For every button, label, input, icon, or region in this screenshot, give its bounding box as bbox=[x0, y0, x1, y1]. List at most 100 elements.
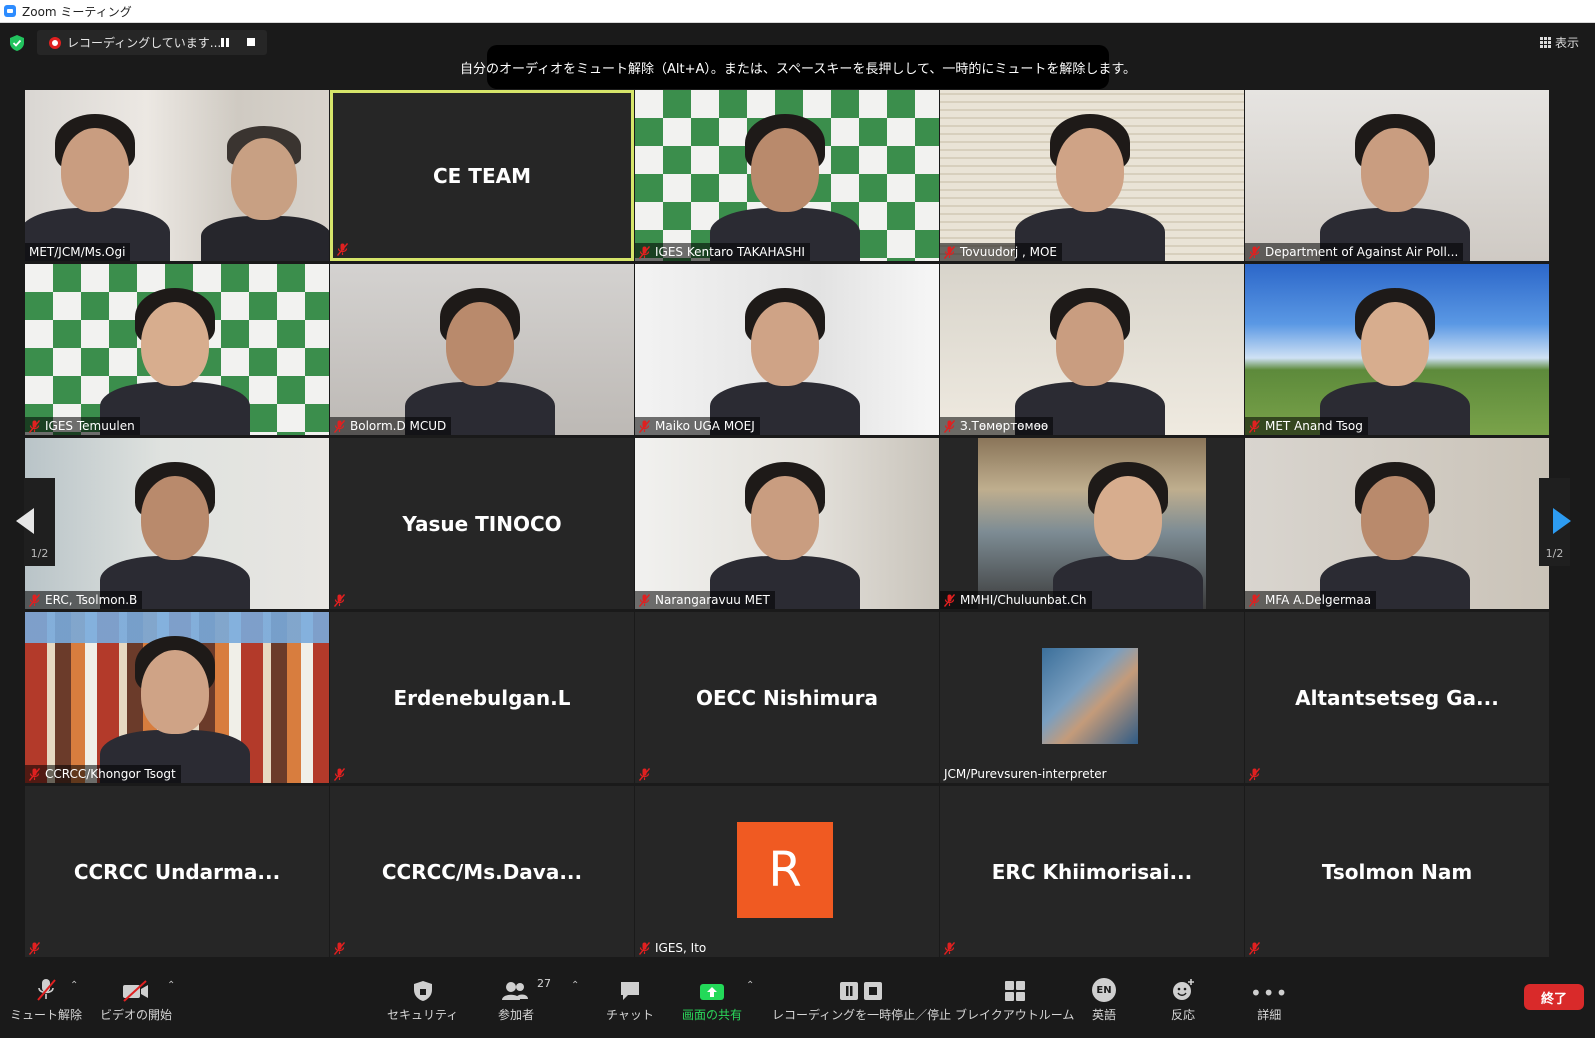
breakout-rooms-button[interactable]: ブレイクアウトルーム bbox=[955, 976, 1074, 1023]
participant-video bbox=[1245, 264, 1549, 435]
participant-tile[interactable]: MET/JCM/Ms.Ogi bbox=[25, 90, 329, 261]
pause-recording-icon[interactable] bbox=[220, 38, 230, 47]
participant-display-name: Erdenebulgan.L bbox=[393, 685, 571, 710]
breakout-rooms-label: ブレイクアウトルーム bbox=[955, 1008, 1075, 1022]
participant-name-tag bbox=[330, 591, 355, 609]
participant-name-label: MFA A.Delgermaa bbox=[1265, 593, 1372, 607]
participant-tile[interactable]: З.Төмөртөмөө bbox=[940, 264, 1244, 435]
participant-video bbox=[978, 438, 1206, 609]
muted-microphone-icon bbox=[1249, 419, 1260, 433]
participant-tile[interactable]: CCRCC/Ms.Dava... bbox=[330, 786, 634, 957]
stop-recording-icon[interactable] bbox=[247, 38, 255, 46]
participant-tile[interactable]: IGES Temuulen bbox=[25, 264, 329, 435]
recording-label: レコーディングしています... bbox=[67, 36, 222, 50]
start-video-button[interactable]: ビデオの開始 bbox=[100, 976, 172, 1023]
share-screen-button[interactable]: 画面の共有 bbox=[682, 976, 742, 1023]
security-button[interactable]: セキュリティ bbox=[387, 976, 458, 1023]
view-button[interactable]: 表示 bbox=[1540, 34, 1579, 51]
participant-tile[interactable]: ERC, Tsolmon.B bbox=[25, 438, 329, 609]
muted-microphone-icon bbox=[334, 419, 345, 433]
security-shield-icon[interactable] bbox=[10, 35, 24, 51]
participant-name-tag bbox=[1245, 765, 1270, 783]
video-options-chevron-icon[interactable]: ⌃ bbox=[167, 980, 175, 991]
participant-tile[interactable]: Tsolmon Nam bbox=[1245, 786, 1549, 957]
start-video-label: ビデオの開始 bbox=[100, 1008, 173, 1022]
participant-tile[interactable]: R IGES, Ito bbox=[635, 786, 939, 957]
language-interpretation-button[interactable]: EN 英語 bbox=[1092, 976, 1116, 1023]
participant-name-label: MET/JCM/Ms.Ogi bbox=[29, 245, 126, 259]
muted-microphone-icon bbox=[1249, 593, 1260, 607]
muted-microphone-icon bbox=[639, 767, 650, 781]
more-dots-icon: ••• bbox=[1250, 981, 1289, 1005]
participant-name-label: IGES, Ito bbox=[655, 941, 707, 955]
avatar: R bbox=[737, 822, 833, 918]
muted-microphone-icon bbox=[29, 941, 40, 955]
share-options-chevron-icon[interactable]: ⌃ bbox=[746, 980, 754, 991]
next-page-button[interactable]: 1/2 bbox=[1539, 478, 1571, 566]
participant-name-tag: З.Төмөртөмөө bbox=[940, 417, 1054, 435]
muted-microphone-icon bbox=[639, 419, 650, 433]
participant-video bbox=[1245, 90, 1549, 261]
muted-microphone-icon bbox=[1249, 245, 1260, 259]
participant-video bbox=[1245, 438, 1549, 609]
participant-tile[interactable]: Department of Against Air Poll... bbox=[1245, 90, 1549, 261]
participant-tile[interactable]: OECC Nishimura bbox=[635, 612, 939, 783]
participant-tile[interactable]: IGES Kentaro TAKAHASHI bbox=[635, 90, 939, 261]
participant-tile[interactable]: Altantsetseg Ga... bbox=[1245, 612, 1549, 783]
participant-name-tag bbox=[940, 939, 965, 957]
participant-tile[interactable]: Narangaravuu MET bbox=[635, 438, 939, 609]
muted-microphone-icon bbox=[1249, 941, 1260, 955]
participant-tile[interactable]: MMHI/Chuluunbat.Ch bbox=[940, 438, 1244, 609]
participant-name-tag bbox=[25, 939, 50, 957]
participant-tile[interactable]: Tovuudorj , MOE bbox=[940, 90, 1244, 261]
more-button[interactable]: ••• 詳細 bbox=[1250, 976, 1288, 1023]
muted-microphone-icon bbox=[334, 941, 345, 955]
participants-button[interactable]: 参加者 bbox=[498, 976, 534, 1023]
participants-count: 27 bbox=[537, 977, 551, 990]
language-globe-icon: EN bbox=[1092, 978, 1116, 1002]
previous-page-button[interactable]: 1/2 bbox=[16, 478, 55, 566]
chat-label: チャット bbox=[606, 1008, 654, 1022]
recording-dot-icon bbox=[49, 36, 61, 49]
participant-video bbox=[330, 264, 634, 435]
participant-video bbox=[635, 264, 939, 435]
chat-button[interactable]: チャット bbox=[606, 976, 654, 1023]
breakout-rooms-icon bbox=[1004, 981, 1025, 1001]
participant-tile[interactable]: CE TEAM bbox=[330, 90, 634, 261]
grid-view-icon bbox=[1540, 37, 1551, 48]
muted-microphone-icon bbox=[334, 593, 345, 607]
view-label: 表示 bbox=[1555, 36, 1580, 50]
participant-tile[interactable]: Erdenebulgan.L bbox=[330, 612, 634, 783]
participant-video bbox=[25, 438, 329, 609]
participant-tile[interactable]: MFA A.Delgermaa bbox=[1245, 438, 1549, 609]
muted-microphone-icon bbox=[639, 245, 650, 259]
recording-pause-stop-button[interactable]: レコーディングを一時停止／停止 bbox=[772, 976, 951, 1023]
participant-display-name: Tsolmon Nam bbox=[1321, 859, 1473, 884]
participant-name-tag: MMHI/Chuluunbat.Ch bbox=[940, 591, 1092, 609]
participant-name-tag: Narangaravuu MET bbox=[635, 591, 775, 609]
participant-tile[interactable]: CCRCC/Khongor Tsogt bbox=[25, 612, 329, 783]
participant-name-tag: ERC, Tsolmon.B bbox=[25, 591, 143, 609]
title-bar: Zoom ミーティング bbox=[0, 0, 1595, 23]
participant-tile[interactable]: Maiko UGA MOEJ bbox=[635, 264, 939, 435]
reactions-button[interactable]: 反応 bbox=[1171, 976, 1195, 1023]
participant-display-name: Altantsetseg Ga... bbox=[1295, 685, 1499, 710]
participant-tile[interactable]: MET Anand Tsog bbox=[1245, 264, 1549, 435]
participants-chevron-icon[interactable]: ⌃ bbox=[571, 980, 579, 991]
participant-tile[interactable]: CCRCC Undarma... bbox=[25, 786, 329, 957]
end-meeting-button[interactable]: 終了 bbox=[1524, 984, 1584, 1010]
participant-tile[interactable]: ERC Khiimorisai... bbox=[940, 786, 1244, 957]
muted-microphone-icon bbox=[29, 593, 40, 607]
more-label: 詳細 bbox=[1257, 1008, 1282, 1022]
participant-video bbox=[25, 264, 329, 435]
recording-control-label: レコーディングを一時停止／停止 bbox=[772, 1008, 952, 1022]
participant-name-tag bbox=[1245, 939, 1270, 957]
muted-microphone-icon bbox=[337, 242, 348, 256]
participant-tile[interactable]: JCM/Purevsuren-interpreter bbox=[940, 612, 1244, 783]
participant-name-label: JCM/Purevsuren-interpreter bbox=[944, 767, 1107, 781]
participant-tile[interactable]: Bolorm.D MCUD bbox=[330, 264, 634, 435]
participant-video bbox=[635, 90, 939, 261]
participant-name-label: IGES Kentaro TAKAHASHI bbox=[655, 245, 805, 259]
participant-tile[interactable]: Yasue TINOCO bbox=[330, 438, 634, 609]
audio-options-chevron-icon[interactable]: ⌃ bbox=[70, 980, 78, 991]
